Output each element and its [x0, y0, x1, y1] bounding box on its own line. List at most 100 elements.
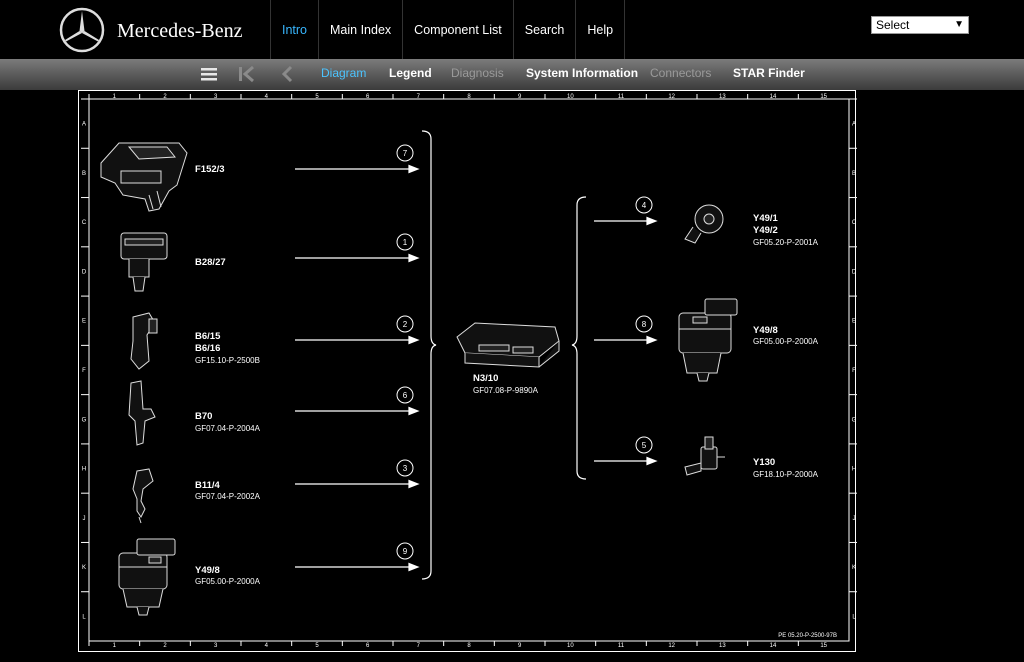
pressure-sensor-icon: [120, 232, 168, 292]
tab-star-finder[interactable]: STAR Finder: [733, 59, 805, 90]
fuse-box-component-icon: [100, 142, 188, 212]
grid-column-label: 15: [820, 94, 827, 100]
crank-sensor-icon: [130, 312, 158, 370]
grid-row-label: G: [82, 417, 87, 423]
grid-row-label: J: [853, 516, 856, 522]
signal-number: 7: [403, 149, 408, 158]
grid-column-label: 6: [366, 643, 370, 649]
grid-column-label: 4: [265, 643, 269, 649]
grid-column-label: 14: [770, 94, 777, 100]
reference-link-y130[interactable]: GF18.10-P-2000A: [753, 470, 818, 479]
grid-row-label: K: [82, 565, 86, 571]
grid-row-label: E: [852, 319, 856, 325]
reference-link-b11-4[interactable]: GF07.04-P-2002A: [195, 492, 260, 501]
grid-column-label: 15: [820, 643, 827, 649]
arrow-head-icon: [646, 216, 658, 226]
tab-diagram[interactable]: Diagram: [321, 59, 366, 90]
component-label-y49-1[interactable]: Y49/1: [753, 213, 778, 225]
arrow-head-icon: [646, 335, 658, 345]
component-label-y49-8-output[interactable]: Y49/8: [753, 325, 778, 337]
nav-intro[interactable]: Intro: [270, 0, 318, 60]
grid-row-label: F: [852, 368, 856, 374]
valve-actuator-icon: [118, 538, 176, 616]
diagram-toolbar: Diagram Legend Diagnosis System Informat…: [0, 59, 1024, 90]
first-page-icon[interactable]: [238, 65, 256, 83]
grid-row-label: D: [852, 269, 857, 275]
control-unit-icon: [456, 322, 560, 368]
component-label-n3-10[interactable]: N3/10: [473, 373, 498, 385]
reference-link-y49-1[interactable]: GF05.20-P-2001A: [753, 238, 818, 247]
menu-icon[interactable]: [201, 65, 217, 83]
tab-system-information[interactable]: System Information: [526, 59, 638, 90]
grid-column-label: 11: [618, 643, 625, 649]
temp-sensor-icon: [132, 468, 154, 524]
reference-link-y49-8-input[interactable]: GF05.00-P-2000A: [195, 577, 260, 586]
nav-main-index[interactable]: Main Index: [318, 0, 402, 60]
grid-row-label: B: [852, 171, 856, 177]
input-brace: [421, 130, 437, 580]
arrow-head-icon: [408, 164, 420, 174]
pressure-actuator-icon: [678, 298, 738, 382]
fuel-valve-icon: [684, 436, 725, 476]
tab-legend[interactable]: Legend: [389, 59, 432, 90]
grid-column-label: 12: [668, 94, 675, 100]
grid-column-label: 7: [417, 643, 421, 649]
component-label-b70[interactable]: B70: [195, 411, 212, 423]
signal-number: 4: [642, 201, 647, 210]
component-label-y49-8-input[interactable]: Y49/8: [195, 565, 220, 577]
tab-connectors: Connectors: [650, 66, 712, 80]
grid-row-label: C: [82, 220, 87, 226]
nav-component-list[interactable]: Component List: [402, 0, 513, 60]
grid-row-label: D: [82, 269, 87, 275]
grid-column-label: 3: [214, 643, 218, 649]
output-brace: [571, 196, 587, 480]
grid-row-label: J: [83, 516, 86, 522]
back-icon[interactable]: [280, 65, 294, 83]
component-label-f152-3[interactable]: F152/3: [195, 164, 225, 176]
chevron-down-icon: ▼: [954, 19, 964, 30]
grid-column-label: 2: [163, 643, 167, 649]
nav-help[interactable]: Help: [575, 0, 626, 60]
grid-column-label: 13: [719, 643, 726, 649]
grid-row-label: K: [852, 565, 856, 571]
mercedes-star-logo[interactable]: [58, 6, 106, 54]
grid-row-label: E: [82, 319, 86, 325]
grid-column-label: 1: [113, 643, 117, 649]
reference-link-y49-8-output[interactable]: GF05.00-P-2000A: [753, 337, 818, 346]
grid-row-label: F: [82, 368, 86, 374]
grid-row-label: L: [852, 614, 856, 620]
grid-row-label: L: [82, 614, 86, 620]
select-dropdown[interactable]: Select ▼: [871, 16, 969, 34]
component-label-b28-27[interactable]: B28/27: [195, 257, 226, 269]
main-nav: Intro Main Index Component List Search H…: [270, 0, 626, 60]
reference-link-b6[interactable]: GF15.10-P-2500B: [195, 356, 260, 365]
component-label-y130[interactable]: Y130: [753, 457, 775, 469]
signal-number: 6: [403, 391, 408, 400]
grid-row-label: C: [852, 220, 857, 226]
wiring-diagram: 1 1 2 2 3 3 4 4 5 5 6 6 7 7 8 8 9 9 10 10 11 11 12 12 13 13 14 14 15…: [78, 90, 857, 652]
arrow-head-icon: [408, 335, 420, 345]
top-bar: Mercedes-Benz Intro Main Index Component…: [0, 0, 1024, 60]
signal-number: 9: [403, 547, 408, 556]
grid-column-label: 14: [770, 643, 777, 649]
grid-row-label: H: [82, 467, 86, 473]
component-label-b11-4[interactable]: B11/4: [195, 480, 220, 492]
grid-column-label: 13: [719, 94, 726, 100]
grid-column-label: 11: [618, 94, 625, 100]
nav-search[interactable]: Search: [512, 0, 576, 60]
reference-link-n3-10[interactable]: GF07.08-P-9890A: [473, 386, 538, 395]
grid-row-label: G: [852, 417, 857, 423]
component-label-y49-2[interactable]: Y49/2: [753, 225, 778, 237]
tab-diagnosis: Diagnosis: [451, 66, 504, 80]
diagram-code: PE 05.20-P-2500-97B: [778, 633, 837, 639]
arrow-head-icon: [646, 456, 658, 466]
grid-column-label: 12: [668, 643, 675, 649]
grid-row-label: B: [82, 171, 86, 177]
component-label-b6-16[interactable]: B6/16: [195, 343, 220, 355]
reference-link-b70[interactable]: GF07.04-P-2004A: [195, 424, 260, 433]
arrow-head-icon: [408, 479, 420, 489]
grid-row-label: A: [82, 122, 86, 128]
component-label-b6-15[interactable]: B6/15: [195, 331, 220, 343]
signal-number: 1: [403, 238, 408, 247]
grid-column-label: 8: [467, 643, 471, 649]
